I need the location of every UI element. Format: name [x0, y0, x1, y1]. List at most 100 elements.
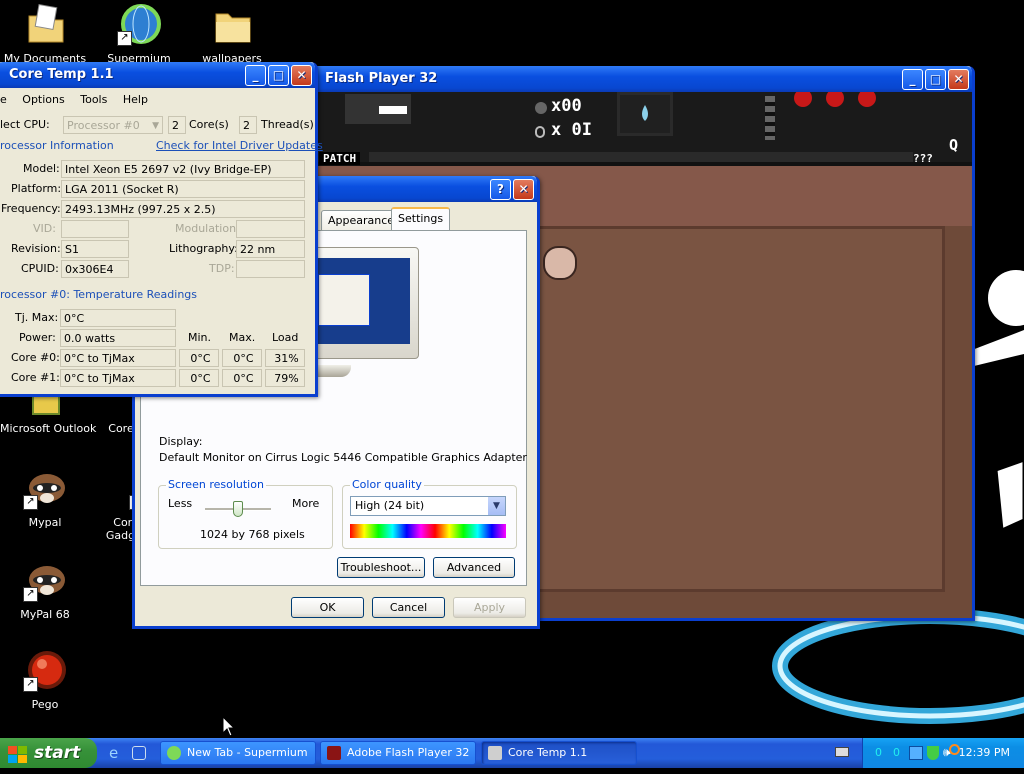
minimize-button[interactable]: _: [902, 69, 923, 90]
quick-launch-ie-icon[interactable]: e: [109, 745, 125, 761]
tab-settings[interactable]: Settings: [391, 207, 451, 230]
minimize-button[interactable]: _: [245, 65, 266, 86]
cpuid-value: 0x306E4: [61, 260, 129, 278]
desktop-icon-label: Mypal: [28, 516, 62, 529]
core-temp-window[interactable]: Core Temp 1.1 _ □ ✕ e Options Tools Help…: [0, 62, 323, 397]
vid-label: VID:: [33, 222, 56, 235]
display-value: Default Monitor on Cirrus Logic 5446 Com…: [159, 451, 527, 464]
desktop-icon-supermium[interactable]: ↗ Supermium: [94, 2, 184, 65]
processor-select[interactable]: Processor #0 ▼: [63, 116, 163, 134]
desktop-icon-mypal[interactable]: ↗ Mypal: [0, 466, 90, 529]
desktop-icon-mypal-68[interactable]: ↗ MyPal 68: [0, 558, 90, 621]
chevron-down-icon: ▼: [152, 121, 159, 131]
power-value: 0.0 watts: [60, 329, 176, 347]
tray-value-1: 0: [875, 746, 882, 759]
tdp-label: TDP:: [209, 262, 235, 275]
progress-strip: [369, 152, 913, 162]
cores-value: 2: [168, 116, 186, 134]
window-title: Flash Player 32: [325, 71, 438, 86]
desktop-icon-wallpapers[interactable]: wallpapers: [187, 2, 277, 65]
shortcut-arrow-icon: ↗: [23, 587, 38, 602]
tab-appearance[interactable]: Appearance: [321, 210, 402, 230]
mouse-cursor-icon: [222, 715, 236, 738]
tdp-value: [236, 260, 305, 278]
clock[interactable]: 12:39 PM: [959, 738, 1010, 768]
cpuid-label: CPUID:: [21, 262, 59, 275]
less-label: Less: [168, 497, 193, 510]
taskbar-item-supermium[interactable]: New Tab - Supermium: [160, 741, 316, 765]
patch-label: PATCH: [319, 152, 361, 165]
core-temp-body: lect CPU: Processor #0 ▼ 2 Core(s) 2 Thr…: [0, 112, 323, 394]
core0-min: 0°C: [179, 349, 219, 367]
screen-resolution-title: Screen resolution: [166, 478, 266, 491]
modulation-label: Modulation:: [175, 222, 240, 235]
tray-value-2: 0: [893, 746, 900, 759]
player-character-icon: [543, 246, 577, 280]
tjmax-value: 0°C: [60, 309, 176, 327]
core-temp-titlebar[interactable]: Core Temp 1.1 _ □ ✕: [0, 62, 315, 88]
display-label: Display:: [159, 435, 203, 448]
temperature-readings-title: rocessor #0: Temperature Readings: [0, 288, 198, 301]
desktop-icon-my-documents[interactable]: My Documents: [0, 2, 90, 65]
driver-update-link[interactable]: Check for Intel Driver Updates: [156, 139, 323, 152]
close-button[interactable]: ✕: [948, 69, 969, 90]
key-icon: [535, 126, 545, 138]
apply-button[interactable]: Apply: [453, 597, 526, 618]
processor-select-value: Processor #0: [67, 119, 140, 132]
flash-window-titlebar[interactable]: Flash Player 32 _ □ ✕: [299, 66, 972, 92]
cores-label: Core(s): [189, 118, 229, 131]
threads-value: 2: [239, 116, 257, 134]
taskbar-item-core-temp[interactable]: Core Temp 1.1: [481, 741, 637, 765]
ok-button[interactable]: OK: [291, 597, 364, 618]
menu-help[interactable]: Help: [123, 93, 148, 106]
taskbar-item-flash-player[interactable]: Adobe Flash Player 32: [320, 741, 476, 765]
system-tray: 0 0 🕪 12:39 PM: [862, 738, 1024, 768]
menu-file[interactable]: e: [0, 93, 7, 106]
maximize-button[interactable]: □: [925, 69, 946, 90]
keyboard-icon[interactable]: [835, 747, 849, 757]
menu-bar: e Options Tools Help: [0, 91, 315, 109]
browser-globe-icon: ↗: [117, 2, 161, 46]
start-button[interactable]: start: [0, 738, 97, 768]
load-column-header: Load: [272, 331, 299, 344]
tray-network-icon[interactable]: [909, 746, 923, 760]
taskbar-item-label: Adobe Flash Player 32: [347, 746, 470, 759]
tray-shield-icon[interactable]: [927, 746, 939, 760]
cancel-button[interactable]: Cancel: [372, 597, 445, 618]
processor-information-title: rocessor Information: [0, 139, 114, 152]
frequency-value: 2493.13MHz (997.25 x 2.5): [61, 200, 305, 218]
taskbar-item-label: Core Temp 1.1: [508, 746, 588, 759]
menu-tools[interactable]: Tools: [80, 93, 107, 106]
unknown-item-label: ???: [913, 152, 933, 165]
core0-temp: 0°C to TjMax: [60, 349, 176, 367]
resolution-slider-thumb[interactable]: [233, 501, 243, 517]
select-cpu-label: lect CPU:: [0, 118, 50, 131]
close-button[interactable]: ✕: [513, 179, 534, 200]
quick-launch-desktop-icon[interactable]: [132, 746, 146, 760]
shortcut-arrow-icon: ↗: [117, 31, 132, 46]
revision-value: S1: [61, 240, 129, 258]
start-label: start: [34, 743, 81, 763]
advanced-button[interactable]: Advanced: [433, 557, 515, 578]
chevron-down-icon[interactable]: ▼: [488, 497, 505, 515]
troubleshoot-button[interactable]: Troubleshoot...: [337, 557, 425, 578]
bomb-icon: [535, 102, 547, 114]
flash-icon: [327, 746, 341, 760]
platform-value: LGA 2011 (Socket R): [61, 180, 305, 198]
core1-load: 79%: [265, 369, 305, 387]
revision-label: Revision:: [11, 242, 61, 255]
hearts-icon: [793, 92, 889, 108]
window-title: Core Temp 1.1: [9, 67, 114, 82]
shortcut-arrow-icon: ↗: [23, 495, 38, 510]
shortcut-arrow-icon: ↗: [23, 677, 38, 692]
color-quality-select[interactable]: High (24 bit) ▼: [350, 496, 506, 516]
platform-label: Platform:: [11, 182, 62, 195]
active-item-slot: [617, 92, 673, 136]
desktop-icon-pego[interactable]: ↗ Pego: [0, 648, 90, 711]
menu-options[interactable]: Options: [22, 93, 64, 106]
model-label: Model:: [23, 162, 60, 175]
maximize-button[interactable]: □: [268, 65, 289, 86]
frequency-label: Frequency:: [1, 202, 61, 215]
close-button[interactable]: ✕: [291, 65, 312, 86]
help-button[interactable]: ?: [490, 179, 511, 200]
